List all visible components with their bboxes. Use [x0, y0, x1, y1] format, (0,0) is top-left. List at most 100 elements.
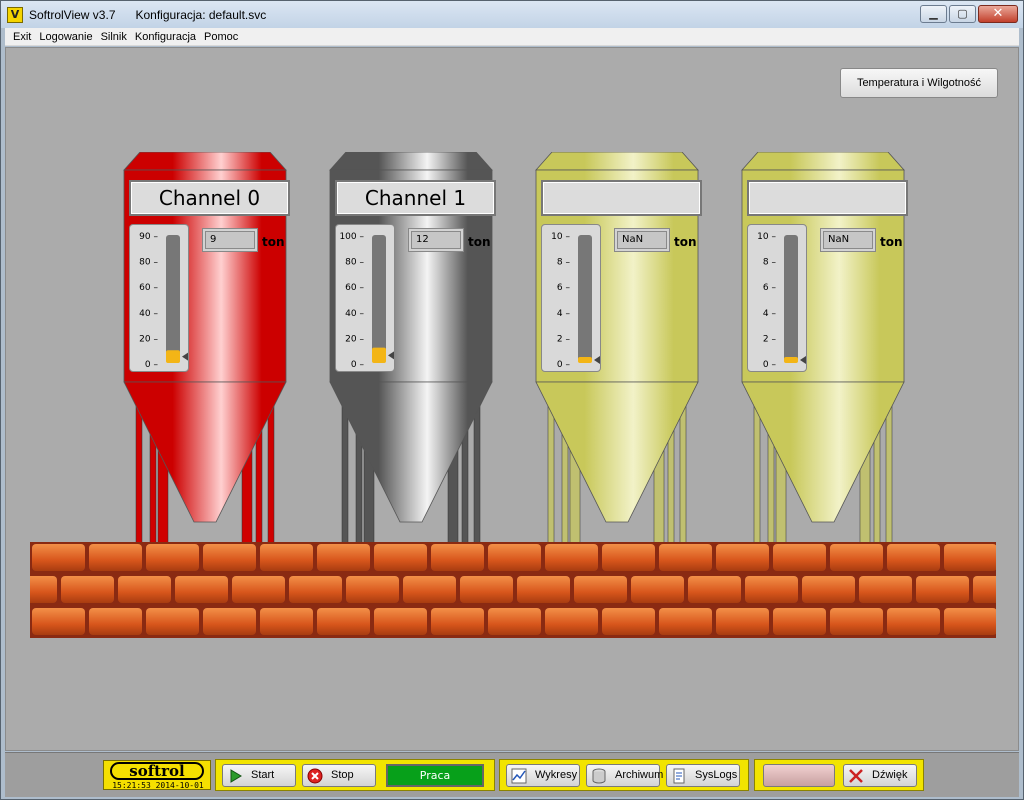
brick — [317, 608, 370, 635]
channel-label-2 — [541, 180, 702, 216]
brick — [346, 576, 399, 603]
silo-leg — [473, 401, 481, 544]
menu-silnik[interactable]: Silnik — [97, 31, 131, 43]
database-icon — [592, 768, 606, 784]
wykresy-button[interactable]: Wykresy — [506, 764, 580, 787]
gauge-tick-label: 4 – — [763, 309, 777, 319]
unit-label: ton — [262, 235, 285, 249]
brick — [32, 544, 85, 571]
gauge-tick-label: 2 – — [763, 334, 777, 344]
gauge-fill — [372, 347, 386, 363]
gauge-track — [578, 235, 592, 363]
brick — [203, 544, 256, 571]
brick — [289, 576, 342, 603]
gauge-tick-label: 60 – — [139, 283, 158, 293]
level-gauge-3: 10 – 8 – 6 – 4 – 2 – 0 – — [747, 224, 807, 372]
silo-leg — [267, 401, 275, 544]
maximize-button[interactable]: ▢ — [949, 5, 976, 23]
gauge-tick-label: 8 – — [557, 258, 571, 268]
silo-3: 10 – 8 – 6 – 4 – 2 – 0 – NaN ton — [738, 152, 908, 544]
brick — [545, 608, 598, 635]
value-box-0: 9 — [202, 228, 258, 252]
brick — [973, 576, 996, 603]
menu-logowanie[interactable]: Logowanie — [35, 31, 96, 43]
chart-icon — [511, 768, 527, 784]
menu-bar: Exit Logowanie Silnik Konfiguracja Pomoc — [5, 28, 1019, 46]
silo-0: Channel 0 90 – 80 – 60 – 40 – 20 – 0 – 9 ton — [120, 152, 290, 544]
tools-group: Wykresy Archiwum SysLogs — [499, 759, 749, 791]
menu-exit[interactable]: Exit — [9, 31, 35, 43]
brick — [830, 608, 883, 635]
brick — [659, 544, 712, 571]
wykresy-label: Wykresy — [535, 769, 578, 781]
channel-label-1: Channel 1 — [335, 180, 496, 216]
silo-panel: Temperatura i Wilgotność Channel 0 90 –80… — [5, 47, 1019, 751]
gauge-tick-label: 20 – — [345, 334, 364, 344]
gauge-tick-label: 0 – — [557, 360, 571, 370]
brick — [602, 608, 655, 635]
start-button[interactable]: Start — [222, 764, 296, 787]
gauge-tick-label: 90 – — [139, 232, 158, 242]
brick — [659, 608, 712, 635]
brick — [887, 608, 940, 635]
value-readout: NaN — [617, 231, 667, 249]
dzwiek-button[interactable]: Dźwięk — [843, 764, 917, 787]
brick — [773, 608, 826, 635]
brick — [403, 576, 456, 603]
brick — [773, 544, 826, 571]
gauge-track — [166, 235, 180, 363]
control-group: Start Stop Praca — [215, 759, 495, 791]
gauge-tick-label: 60 – — [345, 283, 364, 293]
brick — [944, 544, 996, 571]
gauge-tick-label: 20 – — [139, 334, 158, 344]
close-button[interactable]: ✕ — [978, 5, 1018, 23]
brick-wall — [30, 542, 996, 638]
gauge-tick-label: 40 – — [345, 309, 364, 319]
brick — [203, 608, 256, 635]
syslogs-label: SysLogs — [695, 769, 738, 781]
gauge-pointer-icon[interactable] — [388, 351, 394, 360]
brick — [175, 576, 228, 603]
minimize-button[interactable]: ▁ — [920, 5, 947, 23]
silo-leg — [885, 401, 893, 544]
stop-button[interactable]: Stop — [302, 764, 376, 787]
brick — [859, 576, 912, 603]
app-icon[interactable]: V — [7, 6, 23, 23]
level-gauge-1: 100 – 80 – 60 – 40 – 20 – 0 – — [335, 224, 395, 372]
mute-icon — [849, 769, 863, 783]
dzwiek-label: Dźwięk — [872, 769, 908, 781]
archiwum-button[interactable]: Archiwum — [586, 764, 663, 787]
temperature-humidity-button[interactable]: Temperatura i Wilgotność — [840, 68, 998, 98]
gauge-tick-label: 6 – — [557, 283, 571, 293]
gauge-pointer-icon[interactable] — [594, 356, 600, 364]
brick — [374, 544, 427, 571]
value-box-2: NaN — [614, 228, 670, 252]
window-title: SoftrolView v3.7 Konfiguracja: default.s… — [29, 7, 267, 22]
menu-konfiguracja[interactable]: Konfiguracja — [131, 31, 200, 43]
brick — [716, 544, 769, 571]
gauge-tick-label: 2 – — [557, 334, 571, 344]
channel-label-0: Channel 0 — [129, 180, 290, 216]
brick — [460, 576, 513, 603]
brick — [146, 544, 199, 571]
brick — [488, 544, 541, 571]
gauge-pointer-icon[interactable] — [800, 356, 806, 364]
brick — [631, 576, 684, 603]
silo-leg — [341, 401, 349, 544]
gauge-pointer-icon[interactable] — [182, 352, 188, 361]
clock-timestamp: 15:21:53 2014-10-01 — [112, 781, 204, 790]
title-bar[interactable]: V SoftrolView v3.7 Konfiguracja: default… — [1, 1, 1023, 28]
brick — [574, 576, 627, 603]
level-gauge-0: 90 – 80 – 60 – 40 – 20 – 0 – — [129, 224, 189, 372]
brick — [118, 576, 171, 603]
gauge-tick-label: 10 – — [551, 232, 570, 242]
gauge-tick-label: 0 – — [763, 360, 777, 370]
syslogs-button[interactable]: SysLogs — [666, 764, 740, 787]
menu-pomoc[interactable]: Pomoc — [200, 31, 242, 43]
brick — [688, 576, 741, 603]
play-icon — [230, 769, 242, 783]
gauge-fill — [784, 357, 798, 363]
blank-button[interactable] — [763, 764, 835, 787]
silo-leg — [547, 401, 555, 544]
value-box-3: NaN — [820, 228, 876, 252]
